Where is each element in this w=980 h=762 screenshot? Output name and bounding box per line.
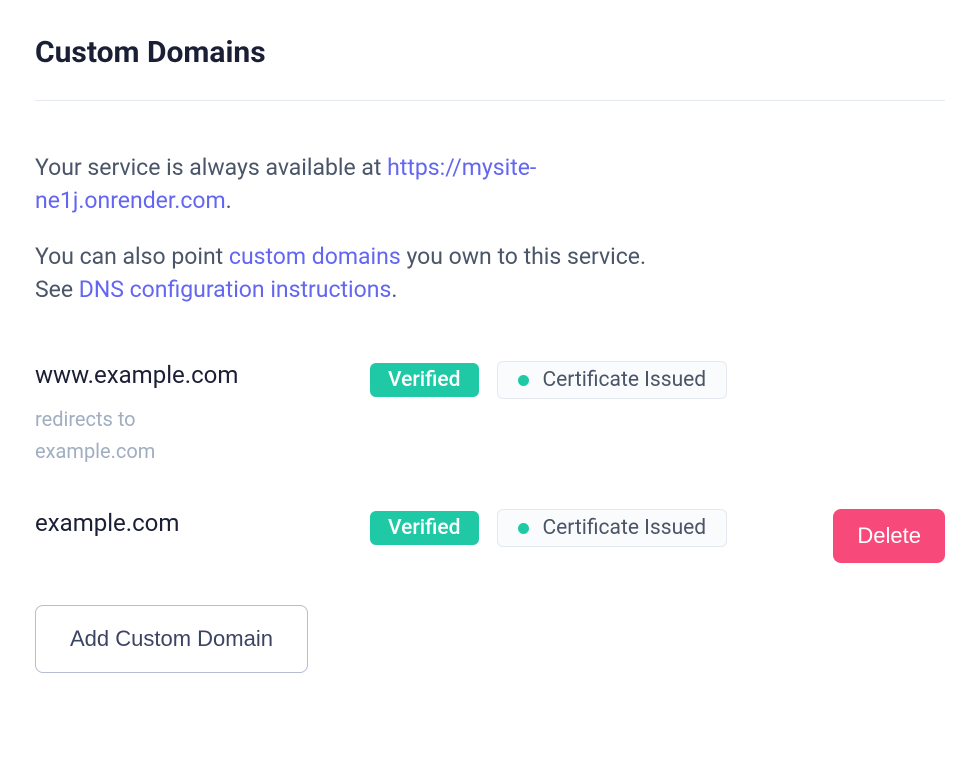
verified-badge: Verified [370, 511, 479, 545]
section-title: Custom Domains [35, 35, 945, 70]
domain-badges: Verified Certificate Issued [370, 509, 727, 547]
domain-name: www.example.com [35, 361, 370, 389]
domain-info: example.com [35, 509, 370, 551]
verified-badge: Verified [370, 363, 479, 397]
domain-name: example.com [35, 509, 370, 537]
delete-button[interactable]: Delete [833, 509, 945, 563]
certificate-badge: Certificate Issued [497, 361, 728, 399]
text-segment: . [226, 187, 232, 214]
certificate-label: Certificate Issued [543, 516, 707, 540]
redirect-target: example.com [35, 435, 370, 467]
text-segment: You can also point [35, 243, 229, 270]
certificate-badge: Certificate Issued [497, 509, 728, 547]
custom-domains-link[interactable]: custom domains [229, 243, 401, 270]
section-divider [35, 100, 945, 101]
service-url-text: Your service is always available at http… [35, 151, 675, 218]
status-dot-icon [518, 523, 529, 534]
domain-row: www.example.com redirects to example.com… [35, 361, 945, 467]
domain-row: example.com Verified Certificate Issued … [35, 509, 945, 563]
domain-info: www.example.com redirects to example.com [35, 361, 370, 467]
custom-domains-text: You can also point custom domains you ow… [35, 240, 675, 307]
text-segment: . [391, 276, 397, 303]
description-block: Your service is always available at http… [35, 151, 675, 306]
status-dot-icon [518, 375, 529, 386]
add-custom-domain-button[interactable]: Add Custom Domain [35, 605, 308, 673]
certificate-label: Certificate Issued [543, 368, 707, 392]
dns-instructions-link[interactable]: DNS configuration instructions [79, 276, 392, 303]
domain-badges: Verified Certificate Issued [370, 361, 727, 399]
text-segment: Your service is always available at [35, 154, 387, 181]
redirect-label: redirects to [35, 403, 370, 435]
